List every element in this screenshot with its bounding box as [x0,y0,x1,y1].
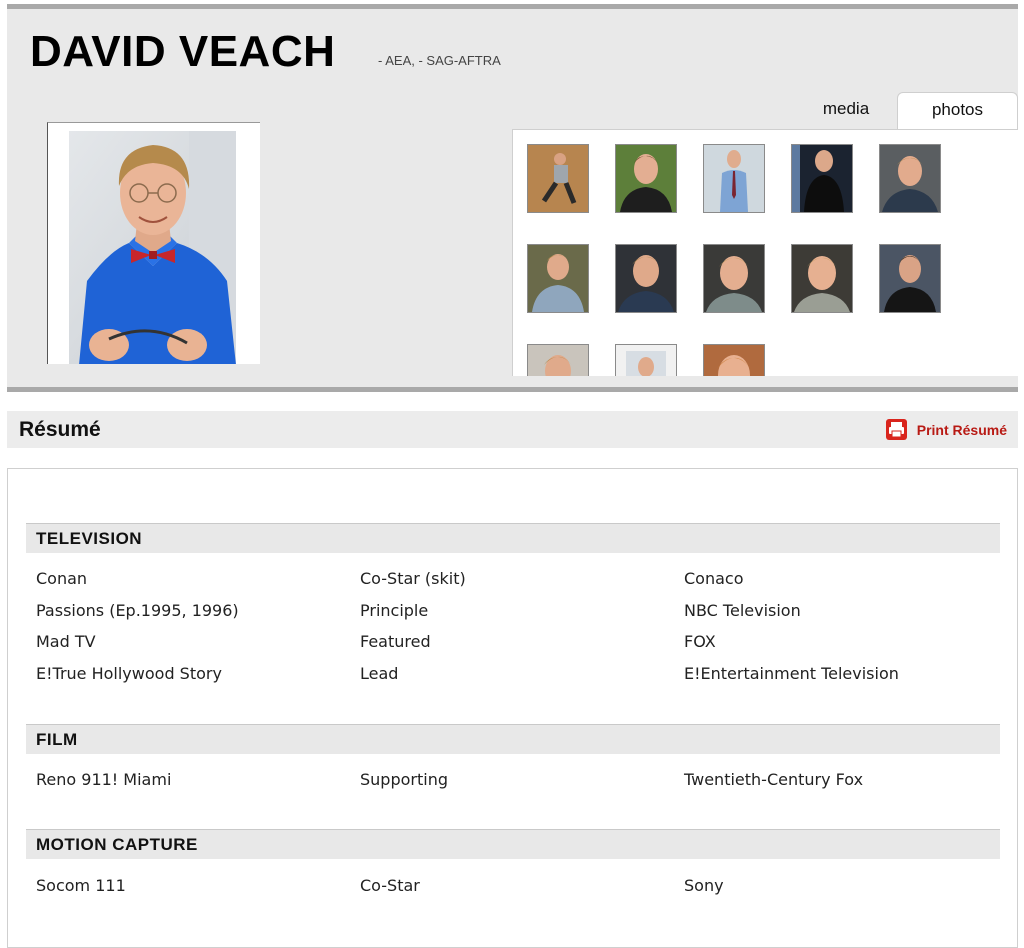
credit-role: Supporting [360,770,448,789]
credit-title: Mad TV [36,632,96,651]
resume-header: Résumé Print Résumé [7,411,1018,448]
printer-icon [885,419,907,440]
credit-title: Passions (Ep.1995, 1996) [36,601,239,620]
credit-row: Mad TV Featured FOX [36,632,996,656]
credit-title: Reno 911! Miami [36,770,172,789]
section-heading-film: FILM [26,724,1000,754]
credit-company: Conaco [684,569,744,588]
headshot-photo[interactable] [69,131,236,364]
credit-role: Co-Star (skit) [360,569,466,588]
credit-row: E!True Hollywood Story Lead E!Entertainm… [36,664,996,688]
photo-gallery [512,129,1018,376]
photo-thumbnail[interactable] [527,344,589,376]
print-resume-link[interactable]: Print Résumé [885,419,1007,440]
union-affiliations: - AEA, - SAG-AFTRA [378,53,501,68]
headshot-frame [47,122,260,364]
credit-role: Co-Star [360,876,420,895]
credit-company: Sony [684,876,724,895]
profile-header: DAVID VEACH - AEA, - SAG-AFTRA media pho… [7,4,1018,392]
resume-title: Résumé [19,418,101,441]
section-heading-motion-capture: MOTION CAPTURE [26,829,1000,859]
credit-company: FOX [684,632,716,651]
credit-title: E!True Hollywood Story [36,664,222,683]
credit-company: NBC Television [684,601,801,620]
credit-role: Featured [360,632,431,651]
photo-thumbnail[interactable] [791,244,853,313]
credit-role: Lead [360,664,399,683]
credit-row: Passions (Ep.1995, 1996) Principle NBC T… [36,601,996,625]
photo-thumbnail[interactable] [791,144,853,213]
print-resume-label: Print Résumé [916,421,1007,438]
photo-thumbnail[interactable] [703,144,765,213]
photo-thumbnail[interactable] [879,144,941,213]
photo-thumbnail[interactable] [527,244,589,313]
photo-thumbnail[interactable] [703,244,765,313]
section-heading-television: TELEVISION [26,523,1000,553]
credit-row: Reno 911! Miami Supporting Twentieth-Cen… [36,770,996,794]
credit-row: Conan Co-Star (skit) Conaco [36,569,996,593]
photo-thumbnail[interactable] [615,344,677,376]
credit-row: Socom 111 Co-Star Sony [36,876,996,900]
actor-name: DAVID VEACH [30,27,336,76]
photo-thumbnail[interactable] [615,244,677,313]
credit-title: Conan [36,569,88,588]
credit-company: E!Entertainment Television [684,664,899,683]
tab-photos[interactable]: photos [897,92,1018,129]
photo-thumbnail[interactable] [879,244,941,313]
photo-thumbnail[interactable] [703,344,765,376]
photo-thumbnail[interactable] [527,144,589,213]
photo-thumbnail[interactable] [615,144,677,213]
resume-body: TELEVISION Conan Co-Star (skit) Conaco P… [7,468,1018,948]
credit-company: Twentieth-Century Fox [684,770,864,789]
tab-media[interactable]: media [797,92,895,129]
credit-role: Principle [360,601,429,620]
credit-title: Socom 111 [36,876,126,895]
